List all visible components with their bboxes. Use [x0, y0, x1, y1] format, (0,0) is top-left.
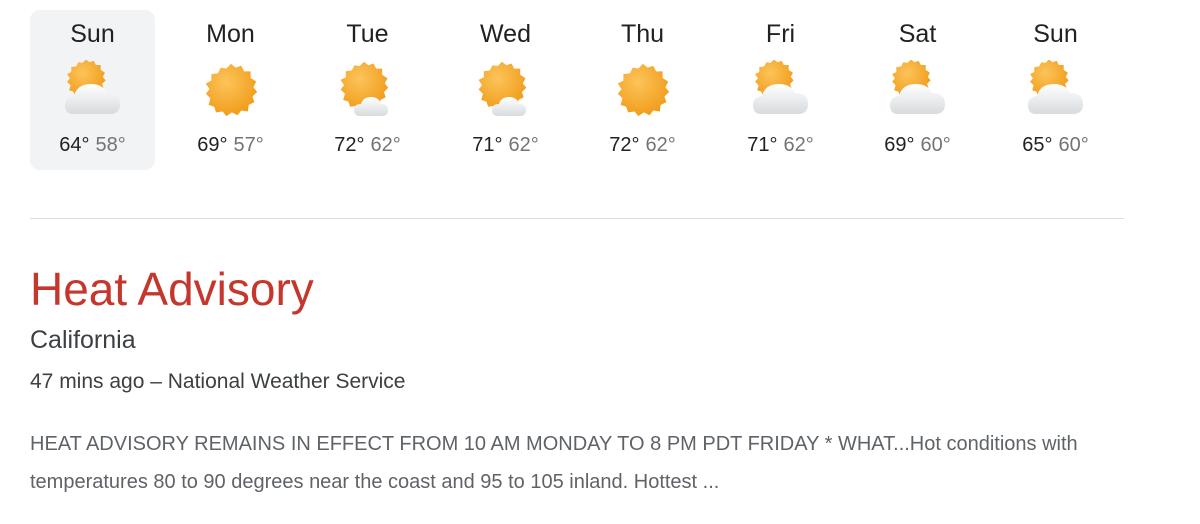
low-temp: 58° [95, 134, 126, 156]
day-temps: 71° 62° [718, 134, 843, 157]
day-name: Wed [480, 20, 531, 48]
partly-cloudy-icon [888, 60, 948, 120]
day-temps: 69° 57° [168, 134, 293, 157]
high-temp: 69° [884, 134, 915, 156]
alert-title[interactable]: Heat Advisory [30, 262, 314, 316]
day-temps: 64° 58° [30, 134, 155, 157]
high-temp: 71° [472, 134, 503, 156]
low-temp: 62° [783, 134, 814, 156]
alert-description: HEAT ADVISORY REMAINS IN EFFECT FROM 10 … [30, 433, 1078, 493]
day-name: Mon [206, 20, 255, 48]
day-name: Sun [1033, 20, 1078, 48]
day-name: Sun [70, 20, 115, 48]
forecast-day-tue[interactable]: Tue 72° 62° [305, 10, 430, 170]
partly-cloudy-icon [63, 60, 123, 120]
forecast-day-sat[interactable]: Sat 69° 60° [855, 10, 980, 170]
day-temps: 69° 60° [855, 134, 980, 157]
low-temp: 60° [920, 134, 951, 156]
high-temp: 72° [609, 134, 640, 156]
day-temps: 72° 62° [580, 134, 705, 157]
low-temp: 62° [370, 134, 401, 156]
section-divider [30, 218, 1124, 219]
daily-forecast: Sun 64° 58° Mon 69° 57° Tue 72° 62° Wed 71° [30, 10, 1130, 170]
day-name: Sat [898, 20, 937, 48]
high-temp: 72° [334, 134, 365, 156]
day-name: Fri [765, 20, 796, 48]
high-temp: 71° [747, 134, 778, 156]
low-temp: 60° [1058, 134, 1089, 156]
day-name: Thu [620, 20, 665, 48]
sunny-icon [201, 60, 261, 120]
partly-cloudy-icon [751, 60, 811, 120]
forecast-day-mon[interactable]: Mon 69° 57° [168, 10, 293, 170]
high-temp: 69° [197, 134, 228, 156]
day-temps: 65° 60° [993, 134, 1118, 157]
day-name: Tue [346, 20, 389, 48]
mostly-sunny-icon [476, 60, 536, 120]
low-temp: 57° [233, 134, 264, 156]
alert-source-meta: 47 mins ago – National Weather Service [30, 370, 406, 393]
forecast-day-wed[interactable]: Wed 71° 62° [443, 10, 568, 170]
day-temps: 71° 62° [443, 134, 568, 157]
forecast-day-sun-next[interactable]: Sun 65° 60° [993, 10, 1118, 170]
sunny-icon [613, 60, 673, 120]
forecast-day-fri[interactable]: Fri 71° 62° [718, 10, 843, 170]
mostly-sunny-icon [338, 60, 398, 120]
low-temp: 62° [508, 134, 539, 156]
high-temp: 65° [1022, 134, 1053, 156]
partly-cloudy-icon [1026, 60, 1086, 120]
day-temps: 72° 62° [305, 134, 430, 157]
alert-region: California [30, 326, 136, 354]
forecast-day-thu[interactable]: Thu 72° 62° [580, 10, 705, 170]
high-temp: 64° [59, 134, 90, 156]
forecast-day-sun[interactable]: Sun 64° 58° [30, 10, 155, 170]
low-temp: 62° [645, 134, 676, 156]
